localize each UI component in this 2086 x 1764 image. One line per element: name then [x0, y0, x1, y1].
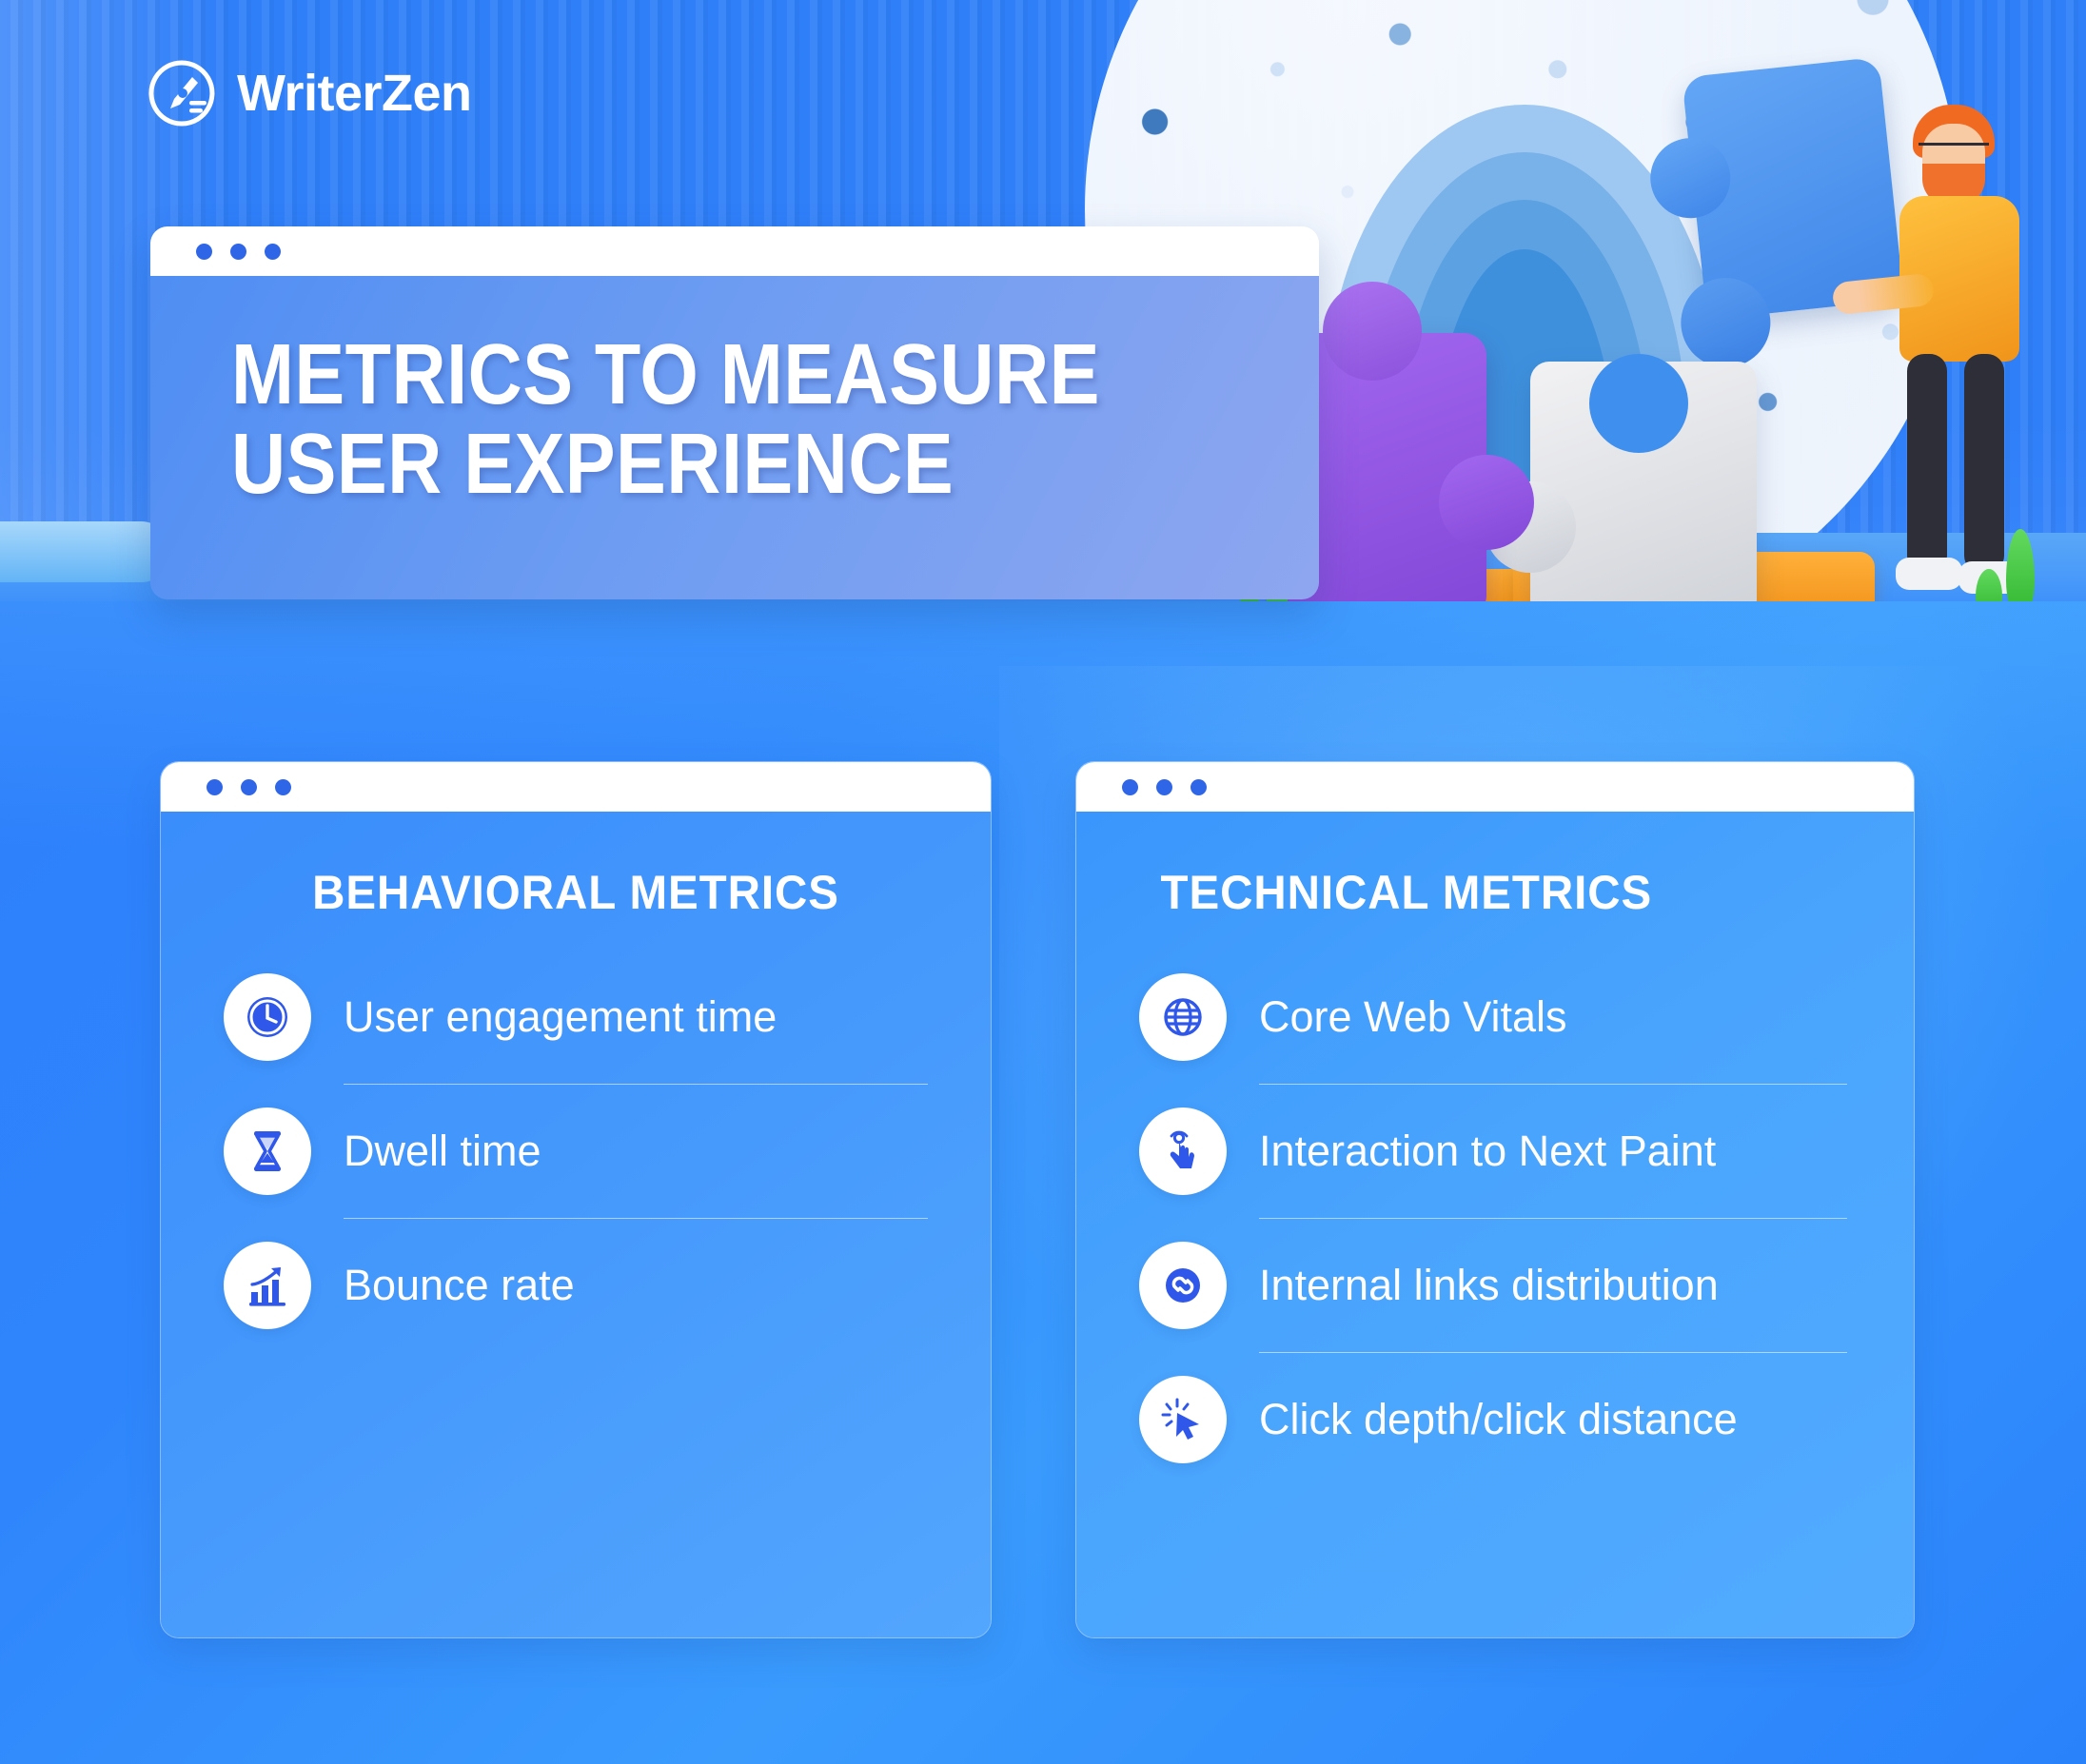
list-item-label: Core Web Vitals: [1259, 992, 1567, 1042]
window-dots: [1122, 778, 1207, 795]
list-item[interactable]: Bounce rate: [224, 1240, 941, 1331]
clock-icon: [224, 973, 311, 1061]
character-orange-leg-left: [1907, 354, 1947, 573]
window-title-bar: [150, 226, 1319, 276]
card-behavioral-body: BEHAVIORAL METRICS User engagement time: [161, 812, 991, 1637]
list-item-label: Bounce rate: [344, 1261, 575, 1310]
character-orange-glasses: [1919, 143, 1989, 165]
window-title-bar: [1076, 762, 1914, 812]
hourglass-icon: [224, 1107, 311, 1195]
list-item[interactable]: User engagement time: [224, 971, 941, 1063]
list-item[interactable]: Core Web Vitals: [1139, 971, 1864, 1063]
window-dot: [207, 778, 223, 795]
brand-name: WriterZen: [237, 65, 472, 122]
list-item-label: Dwell time: [344, 1127, 541, 1176]
window-dot: [1122, 778, 1138, 795]
tap-gesture-icon: [1139, 1107, 1227, 1195]
list-item[interactable]: Internal links distribution: [1139, 1240, 1864, 1331]
window-dot: [1191, 778, 1207, 795]
list-separator: [1259, 1218, 1847, 1219]
list-separator: [1259, 1352, 1847, 1353]
metric-list-behavioral: User engagement time Dwell time Bounce r…: [210, 971, 941, 1331]
page-title: METRICS TO MEASURE USER EXPERIENCE: [231, 327, 1100, 512]
window-dot: [265, 243, 281, 260]
card-heading-behavioral: BEHAVIORAL METRICS: [312, 866, 839, 919]
character-orange-shoe-left: [1896, 558, 1962, 590]
list-separator: [344, 1218, 928, 1219]
hero-title-window: METRICS TO MEASURE USER EXPERIENCE: [150, 226, 1319, 599]
list-item-label: Click depth/click distance: [1259, 1395, 1738, 1444]
window-title-bar: [161, 762, 991, 812]
globe-icon: [1139, 973, 1227, 1061]
brand-logo[interactable]: WriterZen: [148, 59, 472, 127]
puzzle-illustration: [1127, 56, 2086, 605]
card-technical-metrics: TECHNICAL METRICS Core Web Vitals Intera…: [1075, 761, 1915, 1638]
window-dot: [241, 778, 257, 795]
list-item-label: Internal links distribution: [1259, 1261, 1719, 1310]
hero-title-body: METRICS TO MEASURE USER EXPERIENCE: [150, 276, 1319, 599]
list-item-label: User engagement time: [344, 992, 777, 1042]
infographic-canvas: WriterZen METRICS TO MEASURE USER EXPERI…: [0, 0, 2086, 1764]
hero-pipe-decoration: [0, 521, 171, 582]
window-dot: [1156, 778, 1172, 795]
metric-list-technical: Core Web Vitals Interaction to Next Pain…: [1126, 971, 1864, 1465]
cursor-click-icon: [1139, 1376, 1227, 1463]
window-dot: [275, 778, 291, 795]
card-technical-body: TECHNICAL METRICS Core Web Vitals Intera…: [1076, 812, 1914, 1637]
list-item[interactable]: Dwell time: [224, 1106, 941, 1197]
window-dot: [230, 243, 246, 260]
list-separator: [1259, 1084, 1847, 1085]
link-icon: [1139, 1242, 1227, 1329]
list-item[interactable]: Click depth/click distance: [1139, 1374, 1864, 1465]
window-dot: [196, 243, 212, 260]
card-behavioral-metrics: BEHAVIORAL METRICS User engagement time: [160, 761, 992, 1638]
list-item-label: Interaction to Next Paint: [1259, 1127, 1717, 1176]
bar-chart-trend-icon: [224, 1242, 311, 1329]
window-dots: [196, 243, 281, 260]
pen-nib-circle-icon: [148, 59, 216, 127]
list-separator: [344, 1084, 928, 1085]
list-item[interactable]: Interaction to Next Paint: [1139, 1106, 1864, 1197]
character-orange-leg-right: [1964, 354, 2004, 573]
window-dots: [207, 778, 291, 795]
card-heading-technical: TECHNICAL METRICS: [1160, 866, 1653, 919]
puzzle-piece-white: [1485, 354, 1757, 605]
